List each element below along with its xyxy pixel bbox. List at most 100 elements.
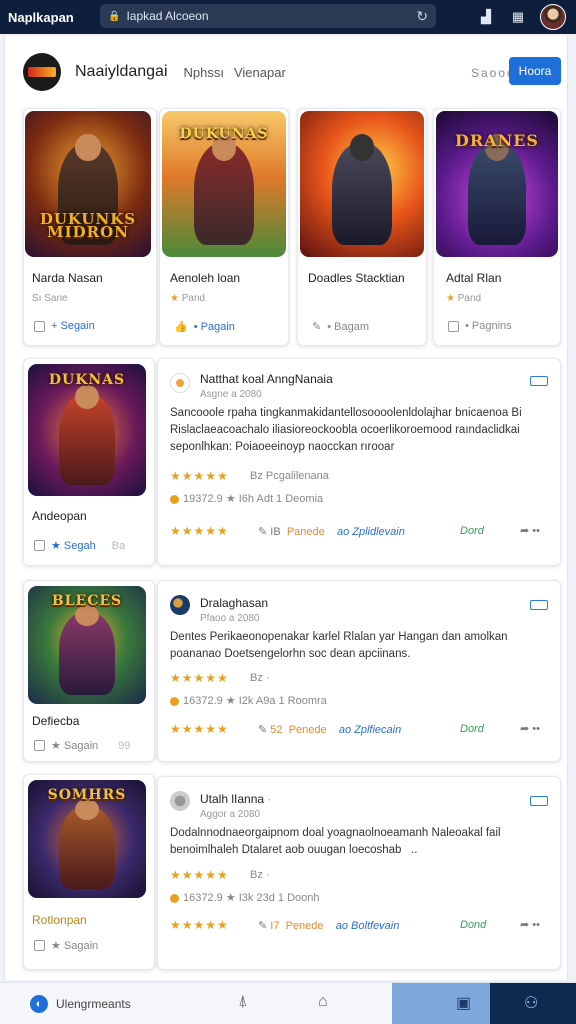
review-badge-icon-2[interactable] [530,600,548,610]
review-reply-1[interactable]: ao Zplidlevain [337,526,405,538]
nav-menu: Nphssı Vienapar [184,65,286,80]
review-date-3: Aggor a 2080 [200,809,261,820]
review-card-1: Natthat koal AnngNanaia Asgne a 2080 San… [157,358,561,566]
game-art-3[interactable] [300,111,424,257]
game-art-2[interactable]: DUKUNAS [162,111,286,257]
tab-profile[interactable]: ⚇ [490,983,576,1024]
calendar-icon[interactable]: ▦ [508,9,528,25]
reviewer-name-3[interactable]: Utalh lIanna · [200,792,271,806]
review-helpful-3[interactable]: Penede [286,920,324,932]
review-stars-3: ★★★★★ [170,868,229,882]
game-action-label-2: • Pagain [193,320,235,333]
review-foot-1: ✎ IB Panede ao Zplidlevain [258,526,405,538]
review-rating-1: 19372.9 ★ I6h Adt 1 Deomia [170,492,323,505]
review-vote-2[interactable]: Dord [460,723,484,735]
reviewer-avatar-3[interactable] [170,791,190,811]
reviewer-name-1[interactable]: Natthat koal AnngNanaia [200,372,333,386]
game-art-1[interactable]: DUKUNKS MIDRON [25,111,151,257]
game-action-4[interactable]: • Pagnins [448,320,512,332]
game-card-4[interactable]: DRANES Adtal Rlan ★ Pand • Pagnins [433,108,561,346]
review-game-title-3[interactable]: Rotlonpan [32,913,87,927]
notification-icon: ▣ [456,995,472,1012]
review-reply-3[interactable]: ao Boltfevain [336,920,400,932]
game-card-2[interactable]: DUKUNAS Aenoleh loan ★ Pand 👍 • Pagain [159,108,289,346]
review-game-title-2[interactable]: Defiecba [32,714,79,728]
review-game-action-3[interactable]: ★ Sagain [34,939,98,952]
lock-icon: 🔒 [108,10,121,22]
url-bar[interactable]: 🔒 Iapkad Alcoeon ↻ [100,4,436,28]
comment-icon: ✎ [258,526,268,538]
game-card-3[interactable]: Doadles Stacktian ✎ • Bagam [297,108,427,346]
review-vote-1[interactable]: Dord [460,525,484,537]
review-game-action-1[interactable]: ★ Segah Ba [34,539,125,552]
review-helpful-2[interactable]: Penede [289,724,327,736]
header-button[interactable]: Hoora [509,57,561,85]
user-avatar[interactable] [540,4,566,30]
review-game-card-1[interactable]: DUKNAS Andeopan ★ Segah Ba [23,358,155,566]
review-meta-3: Bz · [250,869,270,881]
review-card-2: Dralaghasan Pfaoo a 2080 Dentes Perikaeo… [157,580,561,762]
review-rating-3: 16372.9 ★ I3k 23d 1 Doonh [170,891,319,904]
review-game-art-1[interactable]: DUKNAS [28,364,146,496]
plus-icon [34,320,45,332]
person-icon: ⚇ [524,995,539,1012]
game-title-3[interactable]: Doadles Stacktian [308,271,405,285]
game-action-1[interactable]: + Segain [34,320,95,332]
game-title-4[interactable]: Adtal Rlan [446,271,501,285]
nav-item-2[interactable]: Vienapar [234,65,286,80]
review-meta-2: Bz · [250,672,270,684]
plus-icon [34,540,45,551]
site-logo[interactable] [23,53,61,91]
review-game-action-label-3: ★ Sagain [51,940,99,952]
bag-icon[interactable]: ⌂ [318,993,328,1011]
share-icon[interactable]: ➦ •• [520,918,540,931]
review-stars-1: ★★★★★ [170,469,229,483]
share-icon[interactable]: ➦ •• [520,524,540,537]
game-art-4[interactable]: DRANES [436,111,558,257]
site-title: Naaiyldangai [75,63,168,80]
review-helpful-1[interactable]: Panede [287,526,325,538]
review-game-card-3[interactable]: SOMHRS Rotlonpan ★ Sagain [23,774,155,970]
game-action-2[interactable]: 👍 • Pagain [174,320,235,334]
comment-icon: ✎ [258,920,268,932]
taskbar-app[interactable]: ◐ Ulengrmeants [30,995,131,1013]
review-badge-icon-3[interactable] [530,796,548,806]
review-date-2: Pfaoo a 2080 [200,613,260,624]
nav-item-1[interactable]: Nphssı [184,65,224,80]
game-action-3[interactable]: ✎ • Bagam [312,320,369,334]
reviewer-name-2[interactable]: Dralaghasan [200,596,268,610]
review-game-card-2[interactable]: BLECES Defiecba ★ Sagain 99 [23,580,155,762]
app-name: Naplkapan [8,9,74,25]
game-action-label-3: • Bagam [327,320,369,333]
share-icon[interactable]: ➦ •• [520,722,540,735]
review-vote-3[interactable]: Dond [460,919,486,931]
review-stars-2: ★★★★★ [170,671,229,685]
reviewer-avatar-1[interactable] [170,373,190,393]
review-card-3: Utalh lIanna · Aggor a 2080 Dodalnnodnae… [157,776,561,970]
review-reply-2[interactable]: ao Zplfiecain [339,724,401,736]
bell-icon[interactable]: ⍋ [238,993,248,1011]
review-text-2: Dentes Perikaeonopenakar karlel Rlalan y… [170,631,508,660]
review-game-art-2[interactable]: BLECES [28,586,146,704]
review-game-action-2[interactable]: ★ Sagain 99 [34,739,130,752]
review-text-3: Dodalnnodnaeorgaipnom doal yoagnaolnoeam… [170,827,501,856]
url-text: Iapkad Alcoeon [126,9,209,23]
game-title-2[interactable]: Aenoleh loan [170,271,240,285]
review-stars-b-2: ★★★★★ [170,722,229,736]
edit-icon: ✎ [312,321,322,333]
plus-icon [34,740,45,751]
review-game-title-1[interactable]: Andeopan [32,509,87,523]
game-title-1[interactable]: Narda Nasan [32,271,103,285]
review-foot-2: ✎ 52 Penede ao Zplfiecain [258,724,402,736]
game-sub-2: ★ Pand [170,293,206,304]
review-game-art-3[interactable]: SOMHRS [28,780,146,898]
reload-icon[interactable]: ↻ [416,8,428,25]
review-badge-icon-1[interactable] [530,376,548,386]
tab-notifications[interactable]: ▣ [392,983,490,1024]
review-meta-1: Bz Pcgalilenana [250,470,329,482]
plus-icon [448,320,459,332]
reviewer-avatar-2[interactable] [170,595,190,615]
review-text-1: Sancooole rpaha tingkanmakidantellosoooo… [170,407,522,453]
signal-icon[interactable]: ▟ [476,9,496,25]
game-card-1[interactable]: DUKUNKS MIDRON Narda Nasan Sı Sane + Seg… [23,108,157,346]
